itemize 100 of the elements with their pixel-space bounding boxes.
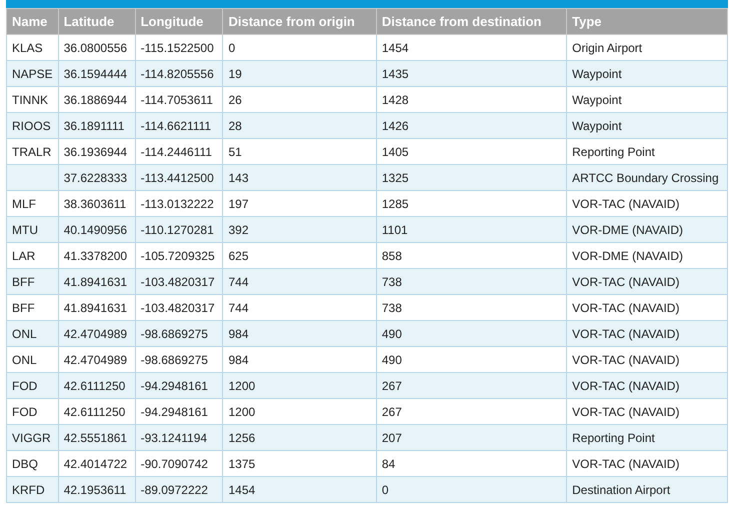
table-cell: FOD: [12, 404, 38, 418]
table-cell: -114.7053611: [140, 92, 213, 106]
table-cell: VOR-TAC (NAVAID): [572, 196, 680, 210]
table-cell: 267: [382, 404, 402, 418]
table-cell: MTU: [12, 222, 38, 236]
table-cell: -103.4820317: [140, 274, 215, 288]
table-cell: 28: [228, 118, 242, 132]
table-cell: 38.3603611: [64, 196, 126, 210]
table-cell: 207: [382, 430, 402, 444]
table-cell: 40.1490956: [64, 222, 128, 236]
table-cell: 1405: [382, 144, 409, 158]
table-cell: -98.6869275: [140, 326, 208, 340]
table-cell: VOR-DME (NAVAID): [572, 248, 683, 262]
table-cell: RIOOS: [12, 118, 51, 132]
table-cell: 41.8941631: [64, 300, 128, 314]
table-cell: -113.0132222: [140, 196, 214, 210]
table-cell: -114.6621111: [140, 118, 212, 132]
table-cell: 51: [228, 144, 242, 158]
table-cell: 1454: [228, 482, 256, 496]
table-cell: 42.1953611: [64, 482, 126, 496]
table-cell: 984: [228, 326, 248, 340]
table-cell: 1428: [382, 92, 409, 106]
table-cell: 392: [228, 222, 248, 236]
table-cell: 41.8941631: [64, 274, 128, 288]
table-cell: DBQ: [12, 456, 38, 470]
table-cell: 738: [382, 274, 402, 288]
table-cell: 744: [228, 300, 248, 314]
column-header: Name: [6, 8, 58, 34]
table-cell: TINNK: [12, 92, 48, 106]
table-cell: 1454: [382, 40, 409, 54]
table-cell: 36.0800556: [64, 40, 128, 54]
table-cell: VOR-TAC (NAVAID): [572, 404, 680, 418]
table-cell: VIGGR: [12, 430, 51, 444]
table-cell: -103.4820317: [140, 300, 215, 314]
column-header: Distance from origin: [222, 8, 376, 34]
table-cell: VOR-TAC (NAVAID): [572, 326, 680, 340]
column-header: Type: [566, 8, 728, 34]
table-cell: -110.1270281: [140, 222, 214, 236]
table-cell: 41.3378200: [64, 248, 128, 262]
table-cell: 0: [228, 40, 236, 54]
table-cell: 1285: [382, 196, 409, 210]
table-cell: 744: [228, 274, 248, 288]
table-cell: VOR-TAC (NAVAID): [572, 352, 680, 366]
table-cell: 42.4704989: [64, 352, 128, 366]
table-cell: 197: [228, 196, 248, 210]
table-cell: -115.1522500: [140, 40, 214, 54]
table-cell: -98.6869275: [140, 352, 208, 366]
table-cell: ONL: [12, 326, 37, 340]
table-cell: VOR-TAC (NAVAID): [572, 274, 680, 288]
table-cell: 36.1594444: [64, 66, 128, 80]
table-cell: 36.1936944: [64, 144, 128, 158]
table-cell: 84: [382, 456, 396, 470]
table-cell: 19: [228, 66, 242, 80]
table-cell: KRFD: [12, 482, 45, 496]
table-cell: -114.2446111: [140, 144, 212, 158]
table-cell: Reporting Point: [572, 430, 655, 444]
table-cell: 1101: [382, 222, 408, 236]
table-cell: 42.5551861: [64, 430, 128, 444]
table-cell: FOD: [12, 378, 38, 392]
table-cell: -114.8205556: [140, 66, 214, 80]
table-cell: 42.6111250: [64, 378, 126, 392]
table-cell: KLAS: [12, 40, 43, 54]
table-cell: Waypoint: [572, 118, 622, 132]
table-cell: VOR-TAC (NAVAID): [572, 300, 680, 314]
table-cell: 984: [228, 352, 248, 366]
table-cell: 1325: [382, 170, 409, 184]
table-cell: 42.6111250: [64, 404, 126, 418]
table-cell: 42.4014722: [64, 456, 128, 470]
table-cell: 858: [382, 248, 402, 262]
table-cell: LAR: [12, 248, 36, 262]
table-cell: -94.2948161: [140, 378, 208, 392]
table-cell: 0: [382, 482, 389, 496]
table-cell: VOR-DME (NAVAID): [572, 222, 683, 236]
table-cell: -94.2948161: [140, 404, 208, 418]
table-cell: 42.4704989: [64, 326, 128, 340]
table-cell: 267: [382, 378, 402, 392]
table-cell: Reporting Point: [572, 144, 655, 158]
table-cell: 1200: [228, 378, 256, 392]
table-cell: Origin Airport: [572, 40, 642, 54]
table-cell: MLF: [12, 196, 36, 210]
table-cell: BFF: [12, 300, 35, 314]
table-cell: -113.4412500: [140, 170, 214, 184]
column-header: Latitude: [58, 8, 136, 34]
table-cell: 37.6228333: [64, 170, 128, 184]
table-cell: -93.1241194: [140, 430, 208, 444]
table-cell: TRALR: [12, 144, 52, 158]
table-cell: Waypoint: [572, 92, 622, 106]
table-cell: 26: [228, 92, 242, 106]
table-cell: BFF: [12, 274, 35, 288]
table-cell: 1426: [382, 118, 409, 132]
table-cell: -90.7090742: [140, 456, 208, 470]
table-cell: -105.7209325: [140, 248, 215, 262]
table-cell: 1375: [228, 456, 256, 470]
table-cell: 36.1891111: [64, 118, 124, 132]
table-cell: 36.1886944: [64, 92, 128, 106]
table-cell: NAPSE: [12, 66, 53, 80]
table-cell: Waypoint: [572, 66, 622, 80]
table-cell: VOR-TAC (NAVAID): [572, 456, 680, 470]
column-header: Distance from destination: [376, 8, 567, 34]
table-cell: -89.0972222: [140, 482, 208, 496]
